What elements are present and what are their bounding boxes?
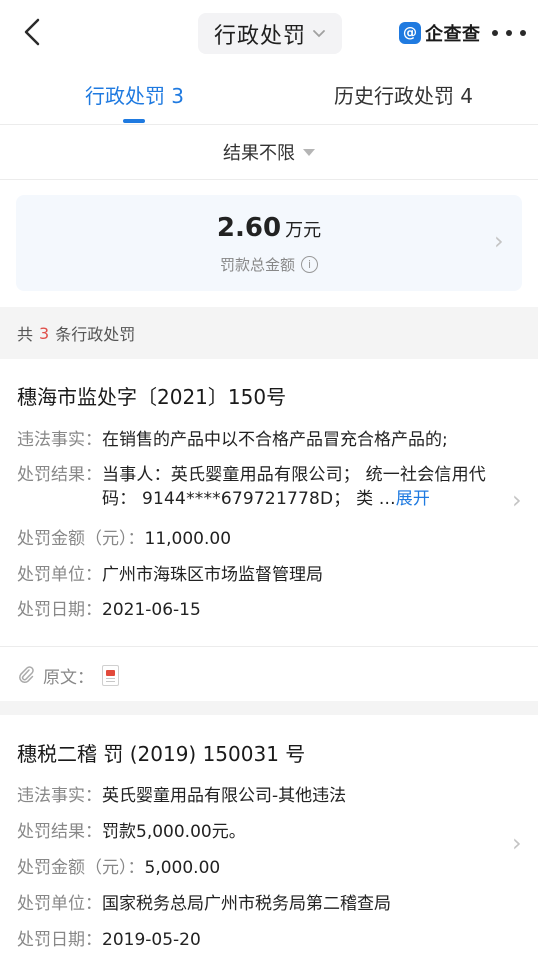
fine-total-amount: 2.60	[216, 213, 282, 243]
more-dot-icon	[506, 30, 512, 36]
field-value: 国家税务总局广州市税务局第二稽查局	[102, 894, 391, 914]
field-label: 处罚结果：	[17, 822, 102, 842]
fine-total-label-row: 罚款总金额 i	[16, 254, 522, 275]
filter-label: 结果不限	[223, 143, 295, 164]
divider	[0, 646, 538, 647]
record-field-result: 处罚结果： 当事人：英氏婴童用品有限公司； 统一社会信用代码： 9144****…	[17, 463, 517, 511]
field-label: 违法事实：	[17, 430, 102, 450]
page-title: 行政处罚	[213, 23, 306, 49]
field-value: 英氏婴童用品有限公司-其他违法	[102, 786, 347, 806]
result-filter-dropdown[interactable]: 结果不限	[0, 125, 538, 180]
fine-total: 2.60 万元	[16, 213, 522, 243]
tab-bar: 行政处罚 3 历史行政处罚 4	[0, 64, 538, 125]
page-title-dropdown[interactable]: 行政处罚	[198, 13, 342, 54]
record-title: 穗海市监处字〔2021〕150号	[17, 385, 287, 409]
record-field-amount: 处罚金额（元）： 11,000.00	[17, 527, 517, 551]
tab-administrative-penalty[interactable]: 行政处罚 3	[0, 64, 269, 124]
record-title: 穗税二稽 罚 (2019) 150031 号	[17, 742, 306, 766]
brand-logo: @ 企查查	[399, 21, 481, 45]
caret-down-icon	[303, 148, 315, 156]
field-label: 处罚金额（元）：	[17, 858, 145, 878]
field-label: 处罚日期：	[17, 600, 102, 620]
original-document-row: 原文：	[17, 660, 119, 690]
record-field-violation: 违法事实： 英氏婴童用品有限公司-其他违法	[17, 784, 517, 808]
expand-link[interactable]: 展开	[396, 489, 430, 509]
field-value: 广州市海珠区市场监督管理局	[102, 565, 323, 585]
more-dot-icon	[492, 30, 498, 36]
field-value: 2021-06-15	[102, 600, 201, 620]
record-field-date: 处罚日期： 2019-05-20	[17, 928, 517, 952]
field-label: 处罚日期：	[17, 930, 102, 950]
record-field-result: 处罚结果： 罚款5,000.00元。	[17, 820, 517, 844]
fine-summary-card[interactable]: 2.60 万元 罚款总金额 i ›	[16, 195, 522, 291]
count-prefix: 共	[17, 325, 34, 344]
brand-name: 企查查	[425, 24, 481, 45]
chevron-right-icon: ›	[512, 486, 522, 514]
field-label: 处罚单位：	[17, 894, 102, 914]
section-separator	[0, 701, 538, 715]
tab-historical-penalty[interactable]: 历史行政处罚 4	[269, 64, 538, 124]
original-label: 原文：	[43, 667, 94, 688]
record-field-amount: 处罚金额（元）： 5,000.00	[17, 856, 517, 880]
chevron-right-icon: ›	[512, 829, 522, 857]
field-value: 11,000.00	[144, 529, 232, 549]
paperclip-icon	[19, 666, 34, 684]
count-number: 3	[39, 323, 50, 343]
record-field-authority: 处罚单位： 国家税务总局广州市税务局第二稽查局	[17, 892, 517, 916]
pdf-file-icon[interactable]	[102, 664, 119, 686]
header: 行政处罚 @ 企查查	[0, 0, 538, 64]
active-tab-indicator	[123, 119, 145, 123]
record-field-date: 处罚日期： 2021-06-15	[17, 598, 517, 622]
fine-total-unit: 万元	[285, 220, 322, 241]
more-button[interactable]	[492, 22, 526, 44]
more-dot-icon	[520, 30, 526, 36]
chevron-left-icon	[24, 18, 40, 46]
field-value: 2019-05-20	[102, 930, 201, 950]
fine-total-label: 罚款总金额	[219, 256, 295, 274]
chevron-right-icon: ›	[494, 227, 504, 255]
field-label: 处罚单位：	[17, 565, 102, 585]
brand-icon: @	[399, 22, 421, 44]
info-icon[interactable]: i	[301, 256, 318, 273]
chevron-down-icon	[313, 29, 325, 37]
field-label: 处罚结果：	[17, 465, 102, 485]
back-button[interactable]	[14, 14, 50, 50]
field-label: 违法事实：	[17, 786, 102, 806]
field-value: 在销售的产品中以不合格产品冒充合格产品的;	[102, 430, 448, 450]
count-suffix: 条行政处罚	[55, 325, 136, 344]
penalty-count-bar: 共 3 条行政处罚	[0, 307, 538, 359]
record-field-violation: 违法事实： 在销售的产品中以不合格产品冒充合格产品的;	[17, 428, 517, 452]
field-label: 处罚金额（元）：	[17, 529, 145, 549]
field-value: 当事人：英氏婴童用品有限公司； 统一社会信用代码： 9144****679721…	[102, 465, 487, 509]
record-field-authority: 处罚单位： 广州市海珠区市场监督管理局	[17, 563, 517, 587]
field-value: 罚款5,000.00元。	[102, 822, 246, 842]
field-value: 5,000.00	[144, 858, 221, 878]
